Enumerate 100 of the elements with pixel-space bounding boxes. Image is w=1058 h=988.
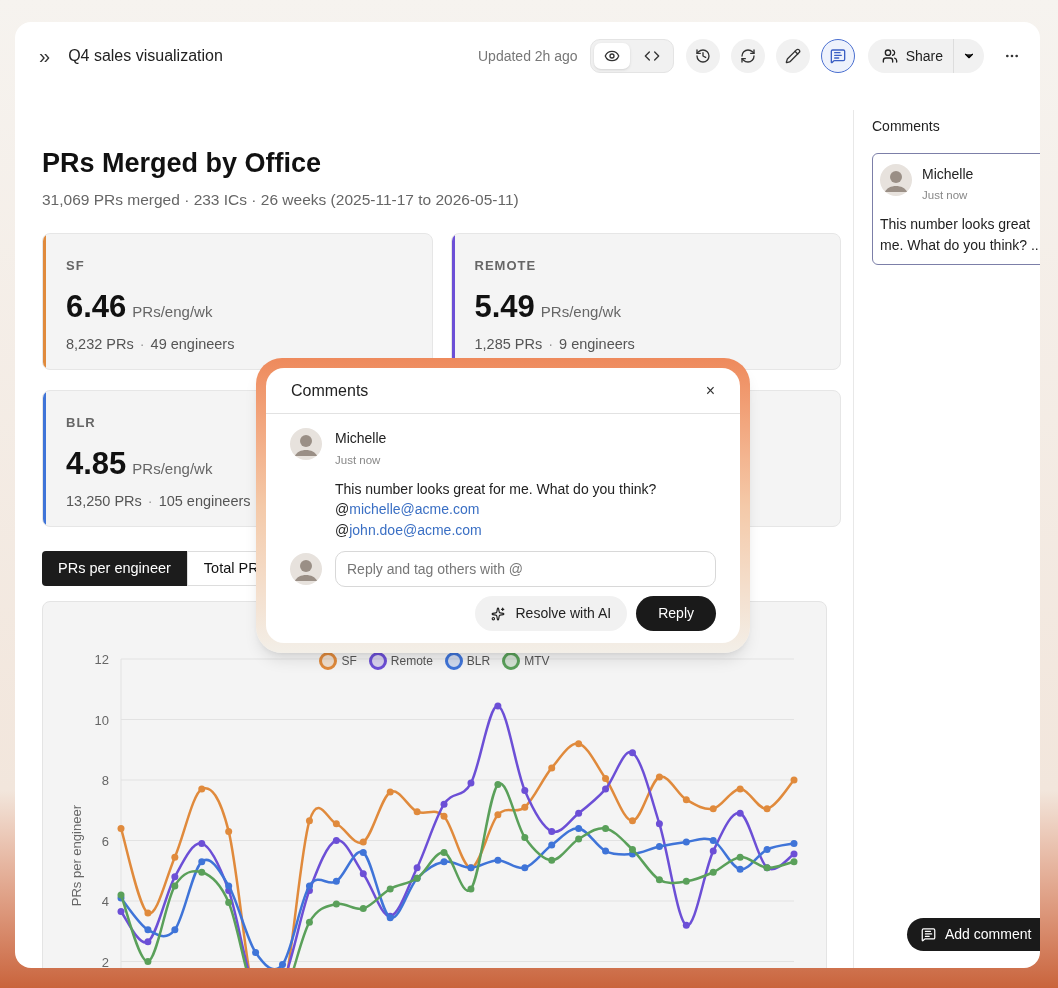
data-point — [359, 905, 367, 913]
separator-dot: · — [139, 335, 145, 355]
data-point — [682, 921, 690, 929]
y-tick-label: 4 — [101, 894, 109, 910]
page-title: PRs Merged by Office — [42, 147, 323, 180]
data-point — [225, 899, 233, 907]
data-point — [709, 869, 717, 876]
data-point — [332, 837, 340, 845]
data-point — [494, 856, 502, 864]
stat-value: 5.49 — [474, 287, 535, 326]
data-point — [736, 853, 744, 861]
data-point — [548, 841, 556, 849]
data-point — [144, 938, 152, 946]
comment-icon — [921, 927, 936, 942]
data-point — [386, 788, 394, 796]
data-point — [494, 781, 502, 789]
comment-author: Michelle — [335, 429, 388, 448]
sidebar-title: Comments — [872, 117, 941, 136]
data-point — [305, 817, 313, 825]
data-point — [117, 825, 125, 833]
refresh-button[interactable] — [730, 39, 765, 73]
pr-count: 13,250 PRs — [66, 492, 142, 512]
preview-button[interactable] — [593, 43, 630, 69]
y-tick-label: 6 — [101, 833, 109, 849]
data-point — [763, 846, 771, 854]
engineer-count: 105 engineers — [158, 492, 251, 512]
legend-label: Remote — [390, 653, 433, 671]
resolve-ai-button[interactable]: Resolve with AI — [475, 596, 628, 632]
data-point — [171, 853, 179, 861]
pencil-icon — [784, 48, 801, 64]
people-icon — [881, 48, 898, 64]
comment-text: This number looks great me. What do you think? .. — [880, 215, 1040, 256]
legend-label: MTV — [524, 653, 550, 671]
avatar-icon — [290, 553, 322, 586]
mention-link[interactable]: @michelle@acme.com — [335, 499, 657, 521]
data-point — [575, 740, 583, 748]
chart-tab[interactable]: PRs per engineer — [42, 551, 187, 587]
add-comment-button[interactable]: Add comment — [907, 918, 1040, 951]
y-tick-label: 8 — [101, 773, 109, 789]
stat-unit: PRs/eng/wk — [540, 301, 621, 322]
data-point — [494, 811, 502, 819]
data-point — [413, 864, 421, 872]
separator-dot: · — [147, 492, 153, 512]
data-point — [655, 773, 663, 781]
stat-unit: PRs/eng/wk — [132, 458, 213, 479]
document-title: Q4 sales visualization — [68, 46, 223, 66]
y-tick-label: 2 — [101, 954, 109, 968]
comment-time: Just now — [335, 453, 382, 468]
y-tick-label: 10 — [94, 712, 109, 728]
legend-label: BLR — [466, 653, 491, 671]
page-subtitle: 31,069 PRs merged · 233 ICs · 26 weeks (2025-11-17 to 2026-05-11) — [42, 190, 520, 210]
comment-text: This number looks great for me. What do you think? — [335, 480, 657, 500]
legend-label: SF — [341, 653, 357, 671]
stat-unit: PRs/eng/wk — [132, 301, 213, 322]
popup-title: Comments — [291, 380, 369, 401]
stat-value: 4.85 — [66, 444, 127, 483]
data-point — [144, 926, 152, 934]
data-point — [198, 858, 206, 866]
data-point — [198, 869, 206, 876]
data-point — [521, 787, 529, 795]
data-point — [682, 878, 690, 886]
updated-label: Updated 2h ago — [478, 46, 578, 66]
data-point — [763, 805, 771, 813]
data-point — [709, 847, 717, 855]
data-point — [655, 876, 663, 884]
data-point — [682, 838, 690, 846]
data-point — [359, 849, 367, 857]
sidebar-toggle[interactable]: » — [39, 41, 51, 71]
data-point — [225, 828, 233, 836]
data-point — [602, 847, 610, 855]
data-point — [413, 808, 421, 816]
reply-button[interactable]: Reply — [636, 596, 716, 632]
y-axis-label: PRs per engineer — [69, 805, 84, 907]
data-point — [332, 878, 340, 886]
comment-time: Just now — [922, 188, 969, 203]
history-icon — [694, 48, 711, 64]
stat-label: REMOTE — [474, 257, 538, 276]
code-icon — [643, 48, 660, 64]
comment-author: Michelle — [922, 165, 974, 184]
eye-icon — [603, 48, 620, 64]
comments-button[interactable] — [820, 39, 855, 73]
edit-button[interactable] — [775, 39, 810, 73]
data-point — [440, 800, 448, 808]
data-point — [602, 825, 610, 833]
data-point — [144, 909, 152, 917]
data-point — [548, 856, 556, 864]
data-point — [709, 805, 717, 813]
data-point — [709, 837, 717, 845]
reply-field[interactable]: Reply and tag others with @ — [335, 551, 716, 588]
history-button[interactable] — [685, 39, 720, 73]
data-point — [655, 820, 663, 828]
data-point — [682, 796, 690, 804]
comment-icon — [829, 48, 846, 64]
data-point — [736, 866, 744, 873]
data-point — [198, 785, 206, 793]
close-button[interactable]: × — [705, 378, 715, 403]
data-point — [575, 825, 583, 833]
engineer-count: 9 engineers — [559, 335, 635, 355]
mention-link[interactable]: @john.doe@acme.com — [335, 520, 657, 542]
pr-count: 1,285 PRs — [474, 335, 543, 355]
